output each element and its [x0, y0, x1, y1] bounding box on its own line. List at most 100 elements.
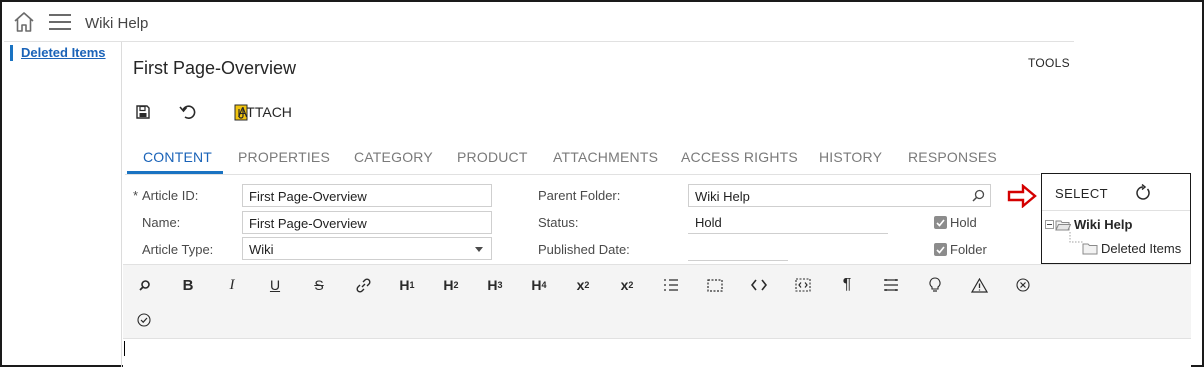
subscript-mark: 2: [584, 280, 590, 290]
warning-button[interactable]: [966, 273, 992, 297]
tab-responses[interactable]: RESPONSES: [908, 149, 997, 165]
text-caret: [124, 341, 125, 356]
checkbox-checked-icon: [934, 243, 947, 256]
dashed-box-icon: [707, 278, 723, 292]
status-underline: [688, 233, 888, 234]
save-button[interactable]: [135, 102, 151, 122]
tree-connector: [1069, 232, 1083, 243]
hamburger-menu-icon[interactable]: [49, 12, 71, 32]
page-title: First Page-Overview: [133, 58, 297, 78]
tab-attachments[interactable]: ATTACHMENTS: [553, 149, 658, 165]
italic-button[interactable]: I: [219, 273, 245, 297]
refresh-icon[interactable]: [1134, 184, 1152, 202]
app-window: Wiki Help Deleted Items First Page-Overv…: [0, 0, 1204, 367]
heading-level: 4: [541, 280, 547, 290]
open-folder-icon: [1055, 220, 1071, 230]
page-break-button[interactable]: [878, 273, 904, 297]
undo-icon: [179, 105, 196, 119]
heading-4-button[interactable]: H4: [526, 273, 552, 297]
heading-2-button[interactable]: H2: [438, 273, 464, 297]
folder-label: Folder: [950, 242, 987, 257]
embed-code-button[interactable]: [790, 273, 816, 297]
code-button[interactable]: [746, 273, 772, 297]
published-date-label: Published Date:: [538, 242, 630, 257]
article-type-select[interactable]: Wiki: [242, 237, 492, 260]
attach-button[interactable]: ATTACH: [234, 102, 292, 122]
tree-node-deleted-items[interactable]: Deleted Items: [1082, 241, 1181, 256]
heading-1-button[interactable]: H1: [394, 273, 420, 297]
done-button[interactable]: [131, 308, 157, 332]
strikethrough-button[interactable]: S: [306, 273, 332, 297]
page-break-icon: [884, 279, 898, 291]
heading-label: H: [531, 277, 542, 293]
list-icon: [664, 279, 678, 291]
name-field[interactable]: First Page-Overview: [242, 211, 492, 234]
underline-button[interactable]: U: [262, 273, 288, 297]
subscript-button[interactable]: x2: [570, 273, 596, 297]
parent-folder-field[interactable]: Wiki Help: [688, 184, 991, 207]
lightbulb-icon: [929, 277, 941, 292]
home-icon[interactable]: [12, 10, 36, 34]
superscript-label: x: [620, 277, 629, 293]
sidebar-item-label[interactable]: Deleted Items: [21, 45, 106, 60]
select-button[interactable]: SELECT: [1055, 186, 1108, 201]
link-button[interactable]: [350, 273, 376, 297]
heading-label: H: [487, 277, 498, 293]
editor-toolbar: B I U S H1 H2 H3 H4 x2 x2 ¶: [123, 264, 1191, 339]
link-icon: [355, 277, 371, 293]
top-bar: Wiki Help: [4, 4, 1074, 42]
article-type-value: Wiki: [249, 242, 274, 257]
sidebar-item-deleted-items[interactable]: Deleted Items: [10, 45, 106, 61]
heading-level: 2: [453, 280, 459, 290]
heading-level: 1: [409, 280, 415, 290]
parent-folder-value: Wiki Help: [695, 189, 750, 204]
tools-menu-button[interactable]: TOOLS: [1028, 56, 1070, 70]
tree-node-wiki-help[interactable]: Wiki Help: [1045, 217, 1132, 232]
block-button[interactable]: [702, 273, 728, 297]
danger-button[interactable]: [1010, 273, 1036, 297]
article-id-field[interactable]: First Page-Overview: [242, 184, 492, 207]
circle-x-icon: [1016, 278, 1030, 292]
folder-tree-panel: SELECT Wiki Help Deleted Items: [1041, 173, 1191, 264]
status-label: Status:: [538, 215, 579, 230]
subscript-label: x: [576, 277, 585, 293]
hold-checkbox[interactable]: Hold: [934, 215, 977, 230]
tip-button[interactable]: [922, 273, 948, 297]
tree-node-label: Deleted Items: [1101, 241, 1182, 256]
tab-properties[interactable]: PROPERTIES: [238, 149, 330, 165]
tab-access-rights[interactable]: ACCESS RIGHTS: [681, 149, 798, 165]
app-title: Wiki Help: [85, 15, 149, 32]
search-icon: [138, 279, 150, 291]
paragraph-button[interactable]: ¶: [834, 273, 860, 297]
list-button[interactable]: [658, 273, 684, 297]
tree-node-label: Wiki Help: [1074, 217, 1133, 232]
heading-level: 3: [497, 280, 503, 290]
editor-content-area[interactable]: [123, 339, 1191, 367]
tab-category[interactable]: CATEGORY: [354, 149, 433, 165]
checkbox-checked-icon: [934, 216, 947, 229]
code-icon: [751, 279, 767, 291]
folder-icon: [1082, 243, 1098, 255]
attach-label: ATTACH: [238, 104, 292, 120]
circle-check-icon: [137, 313, 151, 327]
collapse-icon[interactable]: [1045, 220, 1054, 229]
folder-checkbox[interactable]: Folder: [934, 242, 987, 257]
tab-content[interactable]: CONTENT: [143, 149, 212, 165]
superscript-button[interactable]: x2: [614, 273, 640, 297]
heading-label: H: [399, 277, 410, 293]
article-type-label: Article Type:: [142, 242, 214, 257]
tab-product[interactable]: PRODUCT: [457, 149, 528, 165]
active-tab-indicator: [127, 171, 223, 174]
tree-panel-header: SELECT: [1042, 174, 1190, 211]
find-button[interactable]: [131, 273, 157, 297]
heading-3-button[interactable]: H3: [482, 273, 508, 297]
bold-button[interactable]: B: [175, 273, 201, 297]
search-icon[interactable]: [972, 189, 985, 202]
hold-label: Hold: [950, 215, 977, 230]
tab-history[interactable]: HISTORY: [819, 149, 882, 165]
chevron-down-icon: [475, 247, 483, 252]
undo-button[interactable]: [179, 102, 197, 122]
warning-icon: [970, 277, 988, 293]
published-date-underline: [688, 260, 788, 261]
required-mark: *: [133, 188, 139, 203]
